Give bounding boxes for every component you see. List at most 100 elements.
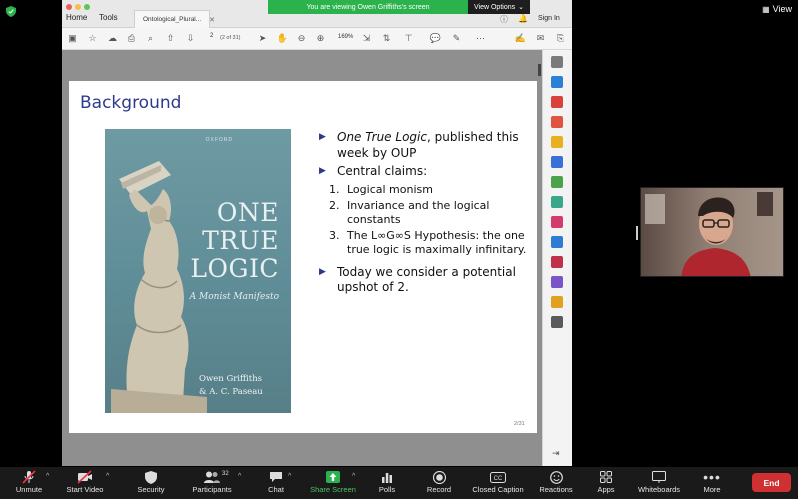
export-pdf-icon[interactable] (551, 96, 563, 108)
help-icon[interactable]: ⓘ (500, 14, 508, 25)
claim-item: 2. Invariance and the logical constants (319, 199, 529, 227)
shield-icon (145, 469, 157, 485)
organize-pages-icon[interactable] (551, 176, 563, 188)
bullet-item: One True Logic, published this week by O… (319, 130, 529, 161)
print-icon[interactable]: ⎙ (125, 32, 138, 45)
claim-item: 1. Logical monism (319, 183, 529, 197)
security-button[interactable]: Security (134, 469, 168, 499)
bullet-item: Today we consider a potential upshot of … (319, 265, 529, 296)
comment-tool-icon[interactable] (551, 136, 563, 148)
zoom-level-select[interactable]: 169% (338, 34, 353, 40)
participants-caret-icon[interactable]: ^ (238, 473, 241, 480)
claim-text: The L∞G∞S Hypothesis: the one true logic… (347, 228, 527, 256)
page-up-icon[interactable]: ⇧ (164, 32, 177, 45)
close-tab-icon[interactable]: ✕ (209, 16, 215, 24)
screen-share-banner: You are viewing Owen Griffiths's screen … (268, 0, 530, 14)
menu-tools[interactable]: Tools (99, 13, 118, 22)
start-video-button[interactable]: Start Video (62, 469, 108, 499)
view-menu-button[interactable]: ▦ View (762, 4, 792, 14)
more-label: More (703, 485, 721, 494)
cover-author: & A. C. Paseau (199, 387, 263, 397)
fit-page-icon[interactable]: ⇲ (360, 32, 373, 45)
maximize-window-button[interactable] (84, 4, 90, 10)
create-pdf-icon[interactable] (551, 76, 563, 88)
highlight-pen-icon[interactable]: ✎ (450, 32, 463, 45)
bookmark-star-icon[interactable]: ☆ (86, 32, 99, 45)
smiley-icon (549, 469, 563, 485)
fill-sign-icon[interactable] (551, 216, 563, 228)
share-screen-button[interactable]: Share Screen (308, 469, 358, 499)
more-button[interactable]: ••• More (698, 469, 726, 499)
grid-view-icon: ▦ (762, 4, 770, 14)
cover-title-line: TRUE (202, 226, 279, 255)
reactions-button[interactable]: Reactions (536, 469, 576, 499)
share-caret-icon[interactable]: ^ (352, 473, 355, 480)
polls-button[interactable]: Polls (374, 469, 400, 499)
zoom-out-icon[interactable]: ⊖ (295, 32, 308, 45)
document-area[interactable]: Background OXFORD ONE TRUE LOGIC A Monis… (62, 50, 542, 466)
reactions-label: Reactions (539, 485, 573, 494)
security-label: Security (137, 485, 165, 494)
sign-pen-icon[interactable]: ✍ (514, 32, 527, 45)
closed-caption-button[interactable]: CC Closed Caption (468, 469, 528, 499)
scrollbar-thumb[interactable] (538, 64, 541, 76)
zoom-search-icon[interactable]: ⌕ (144, 32, 157, 45)
claim-item: 3. The L∞G∞S Hypothesis: the one true log… (319, 229, 529, 257)
video-options-caret-icon[interactable]: ^ (106, 473, 109, 480)
view-options-button[interactable]: View Options ⌄ (468, 0, 530, 14)
claim-text: Invariance and the logical constants (347, 198, 490, 226)
tab-title: Ontological_Plural... (143, 16, 202, 23)
video-panel-handle[interactable] (636, 226, 638, 240)
minimize-window-button[interactable] (75, 4, 81, 10)
participant-video[interactable] (640, 187, 784, 277)
end-meeting-button[interactable]: End (752, 473, 791, 492)
cover-author: Owen Griffiths (199, 374, 263, 384)
scan-ocr-icon[interactable] (551, 196, 563, 208)
shield-check-icon[interactable] (6, 6, 16, 17)
combine-files-icon[interactable] (551, 156, 563, 168)
more-tools-pane-icon[interactable] (551, 316, 563, 328)
whiteboards-button[interactable]: Whiteboards (634, 469, 684, 499)
bullet-item: Central claims: (319, 164, 529, 180)
apps-button[interactable]: Apps (592, 469, 620, 499)
cover-subtitle: A Monist Manifesto (189, 292, 279, 302)
record-button[interactable]: Record (422, 469, 456, 499)
prepare-form-icon[interactable] (551, 276, 563, 288)
comment-icon[interactable]: 💬 (429, 32, 442, 45)
polls-label: Polls (378, 485, 396, 494)
tab-document[interactable]: Ontological_Plural... ✕ (134, 10, 215, 28)
more-icon: ••• (703, 469, 721, 485)
more-tools-icon[interactable]: ⋯ (474, 32, 487, 45)
share-doc-icon[interactable]: ⎘ (554, 32, 567, 45)
chat-button[interactable]: Chat (262, 469, 290, 499)
select-cursor-icon[interactable]: ➤ (256, 32, 269, 45)
redact-icon[interactable] (551, 256, 563, 268)
bell-icon[interactable]: 🔔 (518, 14, 528, 23)
chat-icon (269, 469, 283, 485)
scroll-mode-icon[interactable]: ⇅ (380, 32, 393, 45)
cover-authors: Owen Griffiths & A. C. Paseau (199, 373, 279, 399)
mail-icon[interactable]: ✉ (534, 32, 547, 45)
cover-title-line: ONE (216, 198, 279, 227)
page-tools-icon[interactable]: ⊤ (402, 32, 415, 45)
collapse-pane-icon[interactable]: ⇥ (552, 448, 560, 459)
unmute-label: Unmute (15, 485, 43, 494)
upload-cloud-icon[interactable]: ☁ (106, 32, 119, 45)
view-label: View (772, 4, 792, 14)
page-down-icon[interactable]: ⇩ (184, 32, 197, 45)
hand-tool-icon[interactable]: ✋ (276, 32, 289, 45)
protect-icon[interactable] (551, 236, 563, 248)
zoom-in-icon[interactable]: ⊕ (314, 32, 327, 45)
send-review-icon[interactable] (551, 296, 563, 308)
edit-pdf-icon[interactable] (551, 116, 563, 128)
menu-home[interactable]: Home (66, 13, 87, 22)
audio-options-caret-icon[interactable]: ^ (46, 473, 49, 480)
slide-bullets: One True Logic, published this week by O… (319, 130, 529, 299)
chat-caret-icon[interactable]: ^ (288, 473, 291, 480)
page-number-input[interactable]: 2 (210, 33, 220, 44)
sign-in-link[interactable]: Sign In (538, 15, 560, 22)
save-icon[interactable]: ▣ (66, 32, 79, 45)
search-tool-icon[interactable] (551, 56, 563, 68)
unmute-button[interactable]: Unmute (10, 469, 48, 499)
close-window-button[interactable] (66, 4, 72, 10)
